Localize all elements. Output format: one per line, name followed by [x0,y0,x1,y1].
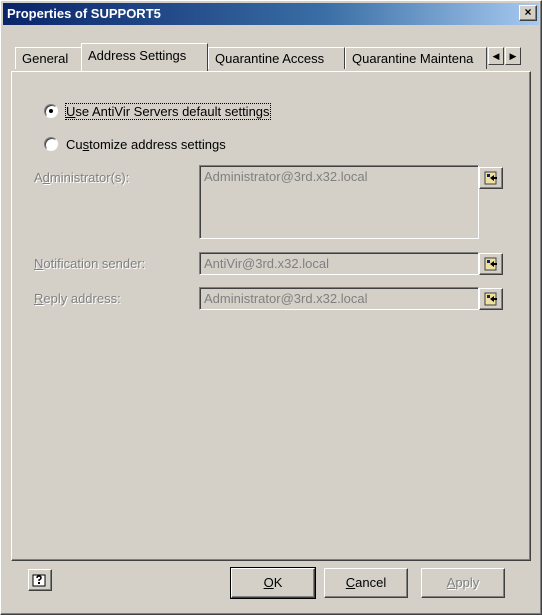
customize-settings-option[interactable]: Customize address settings [44,135,226,153]
context-help-button[interactable] [28,569,52,591]
tab-strip: General Address Settings Quarantine Acce… [11,39,533,73]
tab-general[interactable]: General [15,47,82,69]
tab-scroll-left-button[interactable]: ◀ [488,47,504,65]
address-book-icon [484,257,497,271]
reply-address-browse-button[interactable] [479,288,503,310]
properties-dialog: Properties of SUPPORT5 × General Address… [0,0,542,615]
use-default-settings-option[interactable]: Use AntiVir Servers default settings [44,102,271,120]
cancel-button[interactable]: Cancel [324,568,408,598]
address-book-icon [484,292,497,306]
reply-address-field[interactable]: Administrator@3rd.x32.local [199,287,479,310]
tab-quarantine-maintenance[interactable]: Quarantine Maintena [345,47,487,69]
use-default-label[interactable]: Use AntiVir Servers default settings [65,102,271,120]
tab-address-settings[interactable]: Address Settings [81,43,208,71]
notification-sender-browse-button[interactable] [479,253,503,275]
reply-address-label: Reply address: [34,291,121,306]
ok-button[interactable]: OK [230,567,316,599]
title-bar[interactable]: Properties of SUPPORT5 × [3,3,539,25]
customize-label[interactable]: Customize address settings [66,137,226,152]
administrator-field[interactable]: Administrator@3rd.x32.local [199,165,479,239]
customize-radio[interactable] [44,137,58,151]
administrator-label: Administrator(s): [34,170,130,185]
apply-button[interactable]: Apply [421,568,505,598]
address-book-icon [484,171,497,185]
help-icon [32,574,46,587]
tab-quarantine-access[interactable]: Quarantine Access [208,47,345,69]
notification-sender-field[interactable]: AntiVir@3rd.x32.local [199,252,479,275]
notification-sender-label: Notification sender: [34,256,146,271]
administrator-browse-button[interactable] [479,167,503,189]
window-title: Properties of SUPPORT5 [7,6,161,21]
tab-scroll-right-button[interactable]: ▶ [505,47,521,65]
use-default-radio[interactable] [44,104,58,118]
close-button[interactable]: × [519,5,537,21]
